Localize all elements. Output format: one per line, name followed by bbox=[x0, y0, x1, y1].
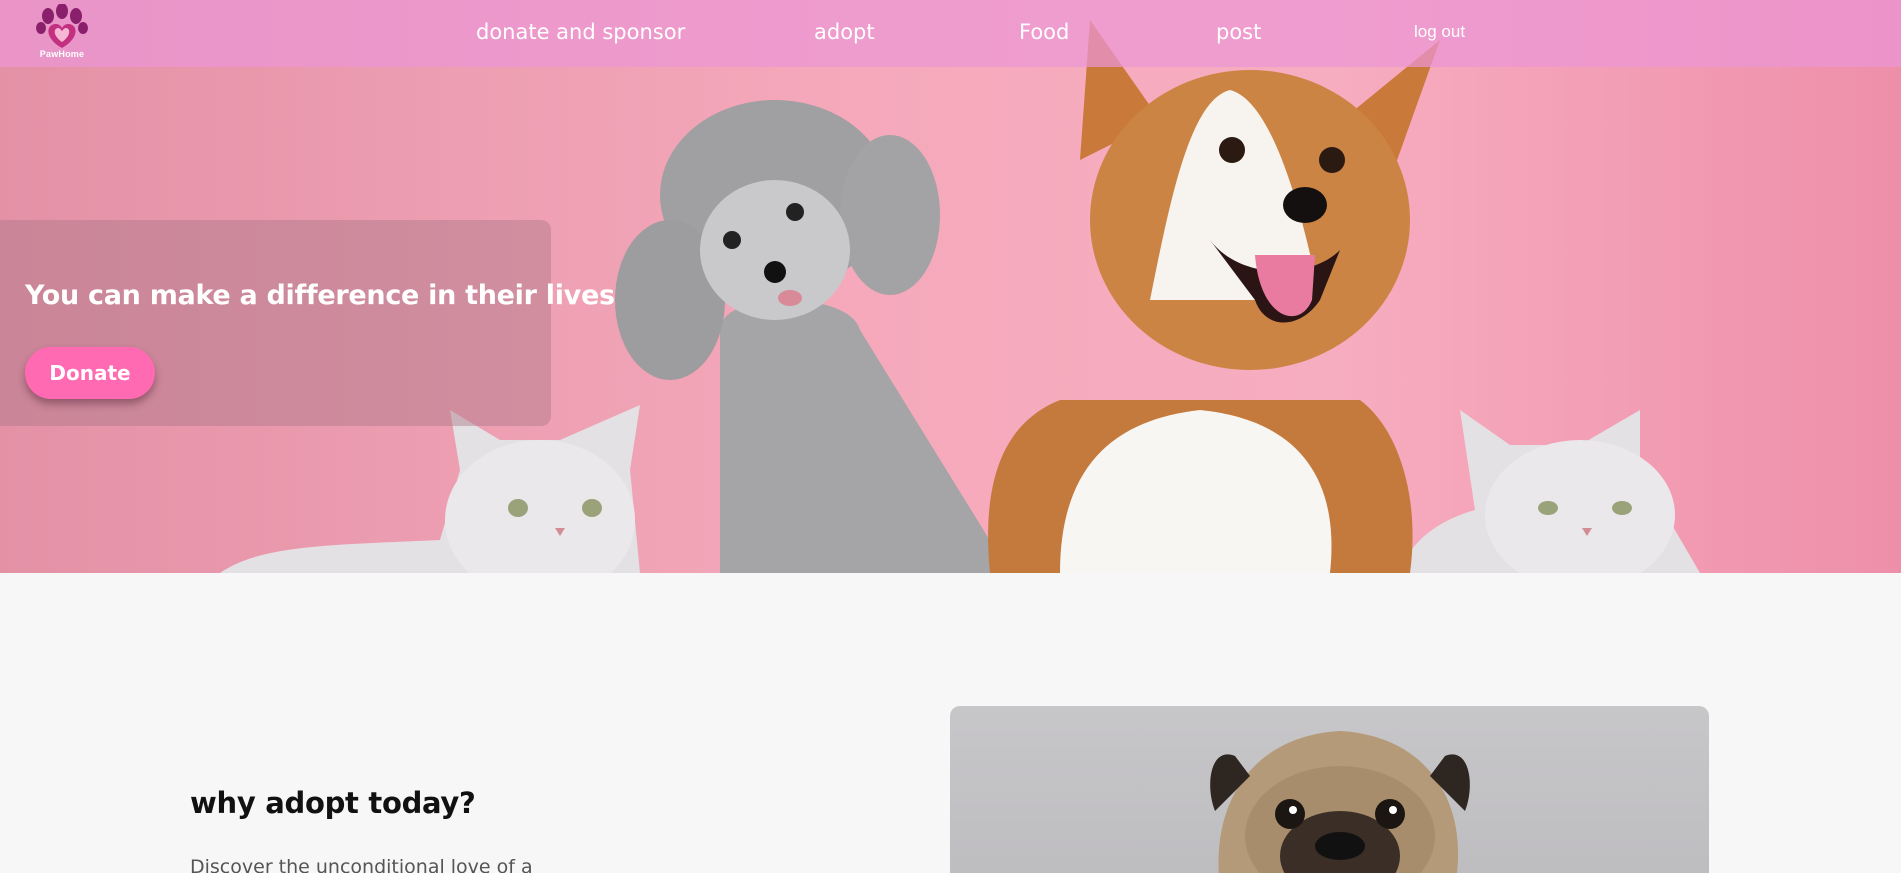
hero-card: You can make a difference in their lives… bbox=[0, 220, 615, 426]
corgi-illustration bbox=[988, 20, 1440, 573]
pug-image-card bbox=[950, 706, 1709, 873]
nav-donate-sponsor[interactable]: donate and sponsor bbox=[476, 20, 685, 44]
hero-banner: PawHome donate and sponsor adopt Food po… bbox=[0, 0, 1901, 573]
cat-left-illustration bbox=[220, 405, 640, 573]
nav-post[interactable]: post bbox=[1216, 20, 1261, 44]
logo-text: PawHome bbox=[39, 49, 85, 59]
cat-right-illustration bbox=[1400, 410, 1700, 573]
nav-food[interactable]: Food bbox=[1019, 20, 1069, 44]
pug-image bbox=[1210, 731, 1470, 873]
paw-heart-icon bbox=[36, 3, 88, 48]
donate-button[interactable]: Donate bbox=[25, 347, 155, 399]
top-navbar: PawHome donate and sponsor adopt Food po… bbox=[0, 0, 1901, 67]
nav-logout[interactable]: log out bbox=[1414, 22, 1465, 42]
why-adopt-section: why adopt today? Discover the unconditio… bbox=[0, 573, 1901, 873]
site-logo[interactable]: PawHome bbox=[34, 3, 90, 62]
hero-title: You can make a difference in their lives bbox=[25, 280, 615, 311]
section-title: why adopt today? bbox=[190, 786, 476, 820]
nav-adopt[interactable]: adopt bbox=[814, 20, 875, 44]
poodle-illustration bbox=[615, 100, 1010, 573]
section-text: Discover the unconditional love of a bbox=[190, 856, 533, 873]
